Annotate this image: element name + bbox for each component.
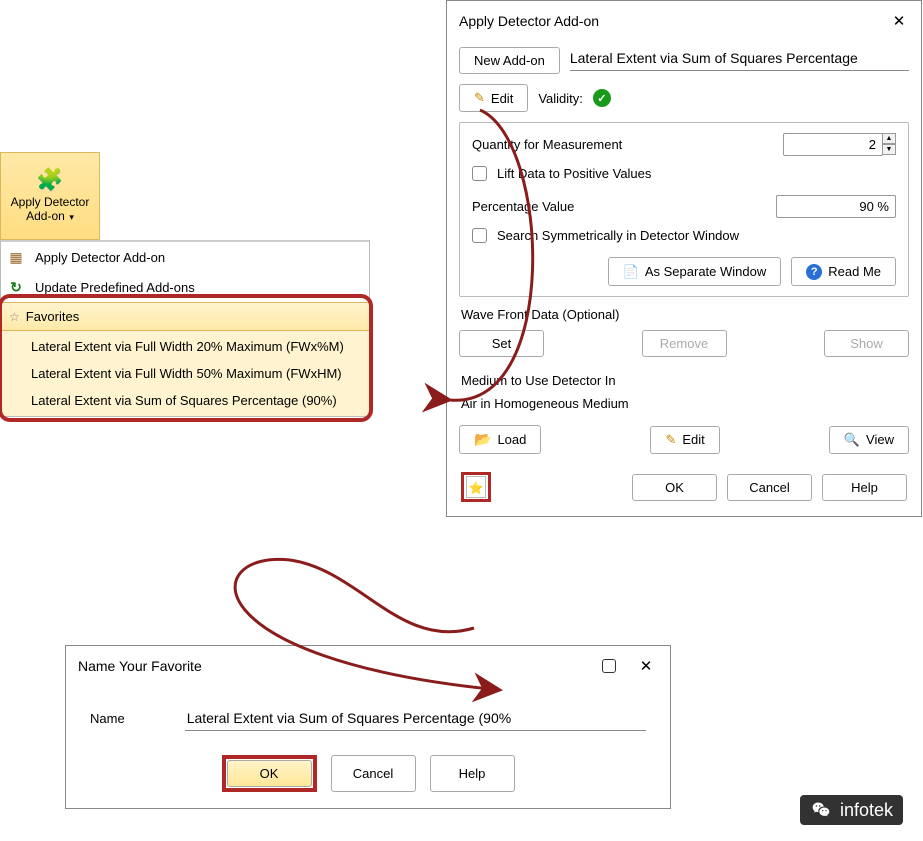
menu-item-label: Apply Detector Add-on	[35, 250, 165, 265]
star-icon	[469, 479, 484, 495]
magnifier-icon	[844, 432, 860, 448]
close-button[interactable]: ✕	[634, 654, 658, 678]
add-to-favorites-button[interactable]	[466, 476, 486, 498]
edit-button[interactable]: Edit	[459, 84, 528, 112]
apply-detector-addon-ribbon-button[interactable]: 🧩 Apply Detector Add-on ▾	[0, 152, 100, 240]
pencil-icon	[665, 432, 676, 448]
help-button[interactable]: Help	[430, 755, 515, 792]
favorite-name-input[interactable]	[185, 706, 646, 731]
cancel-button[interactable]: Cancel	[727, 474, 812, 501]
lift-data-checkbox[interactable]	[472, 166, 487, 181]
menu-item-apply-addon[interactable]: Apply Detector Add-on	[1, 242, 369, 272]
ok-button[interactable]: OK	[632, 474, 717, 501]
help-button[interactable]: Help	[822, 474, 907, 501]
annotation-highlight-box: OK	[222, 755, 317, 792]
show-button: Show	[824, 330, 909, 357]
annotation-highlight-box	[461, 472, 491, 502]
remove-button: Remove	[642, 330, 727, 357]
addon-icon: 🧩	[36, 169, 63, 191]
menu-item-label: Update Predefined Add-ons	[35, 280, 195, 295]
set-button[interactable]: Set	[459, 330, 544, 357]
watermark-text: infotek	[840, 800, 893, 821]
quantity-label: Quantity for Measurement	[472, 137, 622, 152]
favorite-item-selected[interactable]: Lateral Extent via Sum of Squares Percen…	[1, 387, 369, 414]
view-button[interactable]: View	[829, 426, 909, 454]
document-icon	[623, 264, 639, 280]
wavefront-title: Wave Front Data (Optional)	[461, 307, 909, 322]
menu-item-update-addons[interactable]: Update Predefined Add-ons	[1, 272, 369, 302]
as-separate-window-button[interactable]: As Separate Window	[608, 257, 782, 286]
quantity-input[interactable]	[783, 133, 883, 156]
favorite-item[interactable]: Lateral Extent via Full Width 20% Maximu…	[1, 333, 369, 360]
new-addon-button[interactable]: New Add-on	[459, 47, 560, 74]
addon-name-field[interactable]: Lateral Extent via Sum of Squares Percen…	[570, 50, 909, 71]
percentage-label: Percentage Value	[472, 199, 574, 214]
dialog-titlebar: Apply Detector Add-on ✕	[447, 1, 921, 39]
refresh-icon	[7, 278, 25, 296]
ok-button[interactable]: OK	[227, 760, 312, 787]
measurement-section: Quantity for Measurement ▲▼ Lift Data to…	[459, 122, 909, 297]
medium-value: Air in Homogeneous Medium	[461, 396, 909, 411]
favorites-list: Lateral Extent via Full Width 20% Maximu…	[1, 331, 369, 416]
dropdown-arrow-icon: ▾	[67, 212, 74, 222]
wechat-icon	[810, 799, 832, 821]
name-your-favorite-dialog: Name Your Favorite ✕ Name OK Cancel Help	[65, 645, 671, 809]
star-icon	[9, 309, 20, 324]
watermark: infotek	[800, 795, 903, 825]
maximize-button[interactable]	[602, 659, 616, 673]
help-icon	[806, 263, 822, 280]
lift-data-label: Lift Data to Positive Values	[497, 166, 651, 181]
dialog-title: Name Your Favorite	[78, 658, 202, 674]
favorites-header: Favorites	[1, 302, 369, 331]
dialog-title: Apply Detector Add-on	[459, 13, 599, 29]
validity-ok-icon: ✓	[593, 89, 611, 107]
apply-detector-addon-dialog: Apply Detector Add-on ✕ New Add-on Later…	[446, 0, 922, 517]
search-symmetric-label: Search Symmetrically in Detector Window	[497, 228, 739, 243]
favorite-item[interactable]: Lateral Extent via Full Width 50% Maximu…	[1, 360, 369, 387]
favorites-label: Favorites	[26, 309, 79, 324]
percentage-input[interactable]	[776, 195, 896, 218]
close-button[interactable]: ✕	[887, 9, 911, 33]
folder-icon	[474, 431, 491, 448]
name-label: Name	[90, 711, 125, 726]
grid-icon	[7, 248, 25, 266]
quantity-spinner[interactable]: ▲▼	[882, 133, 896, 156]
cancel-button[interactable]: Cancel	[331, 755, 416, 792]
load-button[interactable]: Load	[459, 425, 541, 454]
edit-medium-button[interactable]: Edit	[650, 426, 719, 454]
ribbon-label: Apply Detector Add-on ▾	[11, 195, 90, 224]
search-symmetric-checkbox[interactable]	[472, 228, 487, 243]
medium-title: Medium to Use Detector In	[461, 373, 909, 388]
pencil-icon	[474, 90, 485, 106]
addon-dropdown-menu: Apply Detector Add-on Update Predefined …	[0, 240, 370, 417]
validity-label: Validity:	[538, 91, 583, 106]
read-me-button[interactable]: Read Me	[791, 257, 896, 286]
